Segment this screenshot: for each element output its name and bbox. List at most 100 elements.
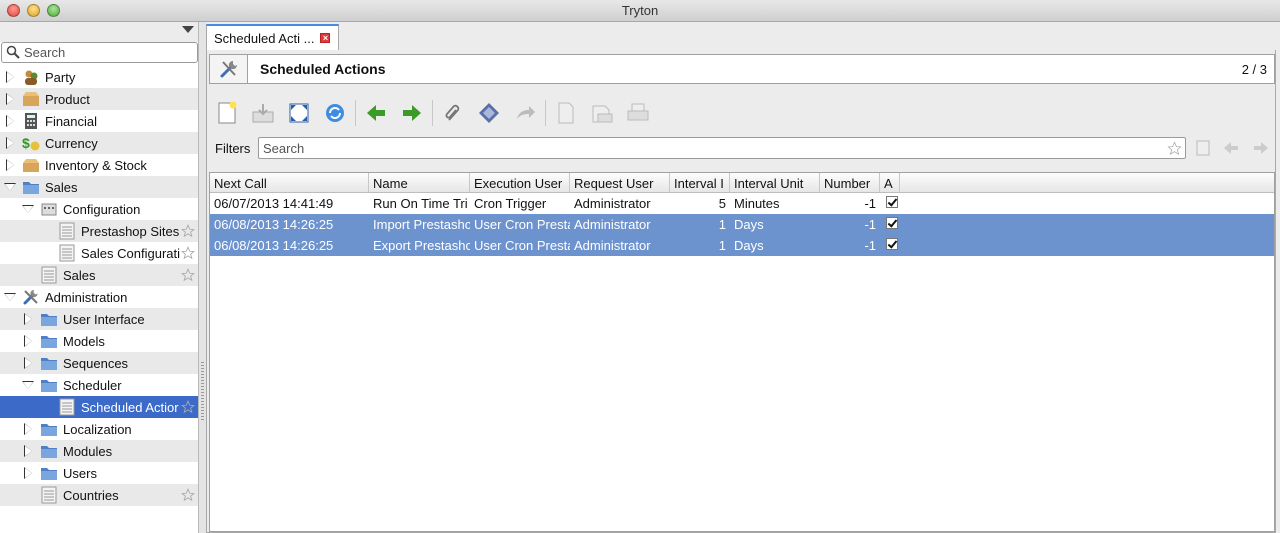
list-icon: [58, 244, 76, 262]
sidebar-item-modules[interactable]: Modules: [0, 440, 198, 462]
filters-row: Filters: [209, 136, 1275, 160]
sidebar-item-scheduler[interactable]: Scheduler: [0, 374, 198, 396]
sidebar-item-sales[interactable]: Sales: [0, 264, 198, 286]
favorite-star-icon[interactable]: [181, 488, 195, 502]
splitter-grip[interactable]: [201, 362, 204, 422]
expander-closed-icon[interactable]: [22, 423, 34, 435]
sidebar-item-label: Scheduled Actior: [81, 399, 179, 415]
sidebar-item-user-interface[interactable]: User Interface: [0, 308, 198, 330]
sidebar-item-models[interactable]: Models: [0, 330, 198, 352]
table-row[interactable]: 06/08/2013 14:26:25 Import Prestashc User …: [210, 214, 1274, 235]
sidebar-item-administration[interactable]: Administration: [0, 286, 198, 308]
expander-open-icon[interactable]: [4, 291, 16, 303]
active-checkbox[interactable]: [886, 217, 898, 229]
previous-record-button[interactable]: [358, 98, 394, 128]
favorite-star-icon[interactable]: [181, 400, 195, 414]
sidebar-item-prestashop-sites[interactable]: Prestashop Sites: [0, 220, 198, 242]
relate-button[interactable]: [507, 98, 543, 128]
expander-closed-icon[interactable]: [4, 159, 16, 171]
expander-closed-icon[interactable]: [22, 467, 34, 479]
sidebar-item-sequences[interactable]: Sequences: [0, 352, 198, 374]
filter-search-input[interactable]: [263, 140, 1153, 157]
tab-scheduled-actions[interactable]: Scheduled Acti ... ×: [206, 24, 339, 50]
list-icon: [40, 486, 58, 504]
cell-name: Import Prestashc: [373, 217, 470, 232]
sidebar-item-sales-configurati[interactable]: Sales Configurati: [0, 242, 198, 264]
sidebar-item-users[interactable]: Users: [0, 462, 198, 484]
sidebar-menu-dropdown-icon[interactable]: [182, 26, 194, 33]
cell-active: [880, 196, 900, 211]
print-button[interactable]: [620, 98, 656, 128]
arrow-left-icon: [367, 105, 385, 121]
cell-next-call: 06/08/2013 14:26:25: [214, 217, 334, 232]
action-button[interactable]: [471, 98, 507, 128]
sidebar-item-countries[interactable]: Countries: [0, 484, 198, 506]
product-box-icon: [22, 90, 40, 108]
filter-next-icon[interactable]: [1252, 139, 1270, 157]
expander-closed-icon[interactable]: [4, 115, 16, 127]
expander-closed-icon[interactable]: [4, 71, 16, 83]
save-filter-icon[interactable]: [1194, 139, 1212, 157]
cell-request-user: Administrator: [574, 217, 651, 232]
folder-icon: [40, 420, 58, 438]
table-row[interactable]: 06/07/2013 14:41:49 Run On Time Tri Cron T…: [210, 193, 1274, 214]
column-header-execution-user[interactable]: Execution User: [470, 173, 570, 192]
column-header-request-user[interactable]: Request User: [570, 173, 670, 192]
sidebar-item-label: Models: [63, 333, 105, 349]
favorite-star-icon[interactable]: [181, 224, 195, 238]
expander-closed-icon[interactable]: [22, 445, 34, 457]
table-body: 06/07/2013 14:41:49 Run On Time Tri Cron T…: [210, 193, 1274, 256]
favorite-star-icon[interactable]: [181, 268, 195, 282]
expander-closed-icon[interactable]: [4, 137, 16, 149]
column-header-number[interactable]: Number: [820, 173, 880, 192]
sidebar-search-input[interactable]: [24, 44, 194, 61]
expander-closed-icon[interactable]: [22, 357, 34, 369]
sidebar-item-inventory-stock[interactable]: Inventory & Stock: [0, 154, 198, 176]
expander-closed-icon[interactable]: [4, 93, 16, 105]
sidebar-item-label: Sales: [45, 179, 78, 195]
new-record-button[interactable]: [209, 98, 245, 128]
column-header-active[interactable]: A: [880, 173, 900, 192]
expander-open-icon[interactable]: [22, 203, 34, 215]
save-button[interactable]: [245, 98, 281, 128]
favorite-star-icon[interactable]: [181, 246, 195, 260]
attachment-button[interactable]: [435, 98, 471, 128]
email-button[interactable]: [584, 98, 620, 128]
next-record-button[interactable]: [394, 98, 430, 128]
sidebar-item-scheduled-actior[interactable]: Scheduled Actior: [0, 396, 198, 418]
save-icon: [252, 104, 274, 123]
filter-previous-icon[interactable]: [1222, 139, 1240, 157]
column-header-next-call[interactable]: Next Call: [210, 173, 369, 192]
reload-button[interactable]: [317, 98, 353, 128]
sidebar-item-party[interactable]: Party: [0, 66, 198, 88]
sidebar-search: [1, 42, 198, 63]
sidebar-item-localization[interactable]: Localization: [0, 418, 198, 440]
sidebar-item-financial[interactable]: Financial: [0, 110, 198, 132]
sidebar-item-currency[interactable]: $ Currency: [0, 132, 198, 154]
sidebar-item-product[interactable]: Product: [0, 88, 198, 110]
pane-splitter[interactable]: [199, 22, 206, 533]
bookmark-star-icon[interactable]: [1167, 141, 1182, 156]
expander-closed-icon[interactable]: [22, 313, 34, 325]
tab-close-icon[interactable]: ×: [320, 33, 331, 43]
report-button[interactable]: [548, 98, 584, 128]
switch-view-button[interactable]: [281, 98, 317, 128]
table-row[interactable]: 06/08/2013 14:26:25 Export Prestashc User …: [210, 235, 1274, 256]
active-checkbox[interactable]: [886, 238, 898, 250]
folder-icon: [40, 442, 58, 460]
sidebar-item-configuration[interactable]: Configuration: [0, 198, 198, 220]
expander-open-icon[interactable]: [4, 181, 16, 193]
folder-icon: [40, 376, 58, 394]
sidebar-item-label: Configuration: [63, 201, 141, 217]
column-header-name[interactable]: Name: [369, 173, 470, 192]
expander-closed-icon[interactable]: [22, 335, 34, 347]
cell-active: [880, 238, 900, 253]
sidebar-item-sales[interactable]: Sales: [0, 176, 198, 198]
column-header-interval-number[interactable]: Interval I: [670, 173, 730, 192]
active-checkbox[interactable]: [886, 196, 898, 208]
expander-open-icon[interactable]: [22, 379, 34, 391]
column-header-interval-unit[interactable]: Interval Unit: [730, 173, 820, 192]
